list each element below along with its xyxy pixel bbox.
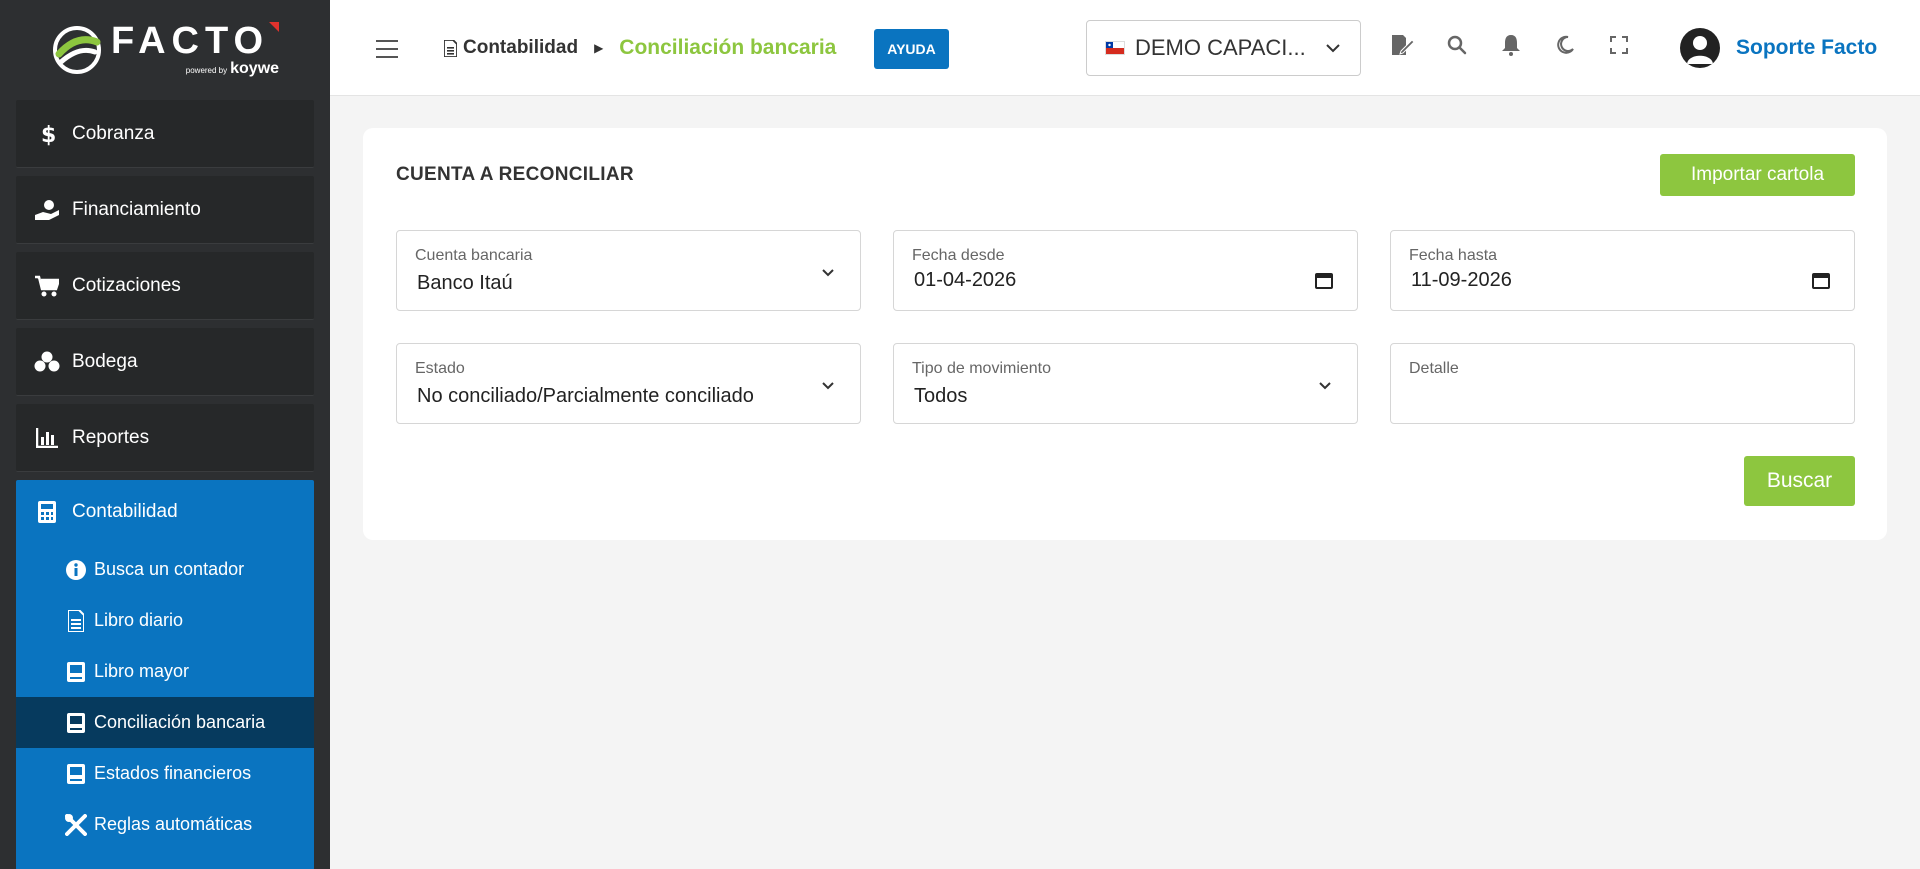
sidebar-subitem-reglas-automaticas[interactable]: Reglas automáticas — [16, 799, 314, 850]
top-header: Contabilidad ▶ Conciliación bancaria AYU… — [330, 0, 1920, 96]
sidebar-subitem-libro-diario[interactable]: Libro diario — [16, 595, 314, 646]
sidebar-subitem-label: Reglas automáticas — [94, 814, 253, 834]
boxes-icon — [34, 351, 60, 373]
search-button[interactable]: Buscar — [1744, 456, 1855, 506]
sidebar-subitem-busca-contador[interactable]: Busca un contador — [16, 544, 314, 595]
company-name: DEMO CAPACI... — [1135, 35, 1306, 60]
calendar-icon[interactable] — [1812, 271, 1830, 289]
logo-powered: powered by — [185, 66, 228, 75]
breadcrumb-parent[interactable]: Contabilidad — [463, 37, 578, 59]
sidebar-item-label: Contabilidad — [72, 501, 178, 522]
search-icon[interactable] — [1446, 34, 1468, 56]
field-label: Tipo de movimiento — [912, 360, 1052, 377]
sidebar-subitem-label: Conciliación bancaria — [94, 712, 266, 732]
field-value: 01-04-2026 — [914, 269, 1017, 291]
menu-toggle-icon[interactable] — [376, 40, 398, 58]
movement-type-select[interactable]: Tipo de movimiento Todos — [893, 343, 1358, 424]
sidebar-item-contabilidad[interactable]: Contabilidad — [16, 480, 314, 544]
company-selector[interactable]: DEMO CAPACI... — [1086, 20, 1361, 76]
bank-account-select[interactable]: Cuenta bancaria Banco Itaú — [396, 230, 861, 311]
chevron-down-icon — [822, 382, 834, 390]
tools-icon — [64, 813, 88, 836]
logo-word: FACTO — [110, 20, 270, 62]
sidebar-item-label: Cobranza — [72, 122, 155, 144]
sidebar-group-contabilidad: Contabilidad Busca un contador Libro dia… — [16, 480, 314, 869]
document-icon — [444, 39, 457, 57]
field-value: No conciliado/Parcialmente conciliado — [417, 385, 754, 407]
chevron-down-icon — [1319, 382, 1331, 390]
sidebar-item-label: Bodega — [72, 350, 138, 372]
card-title: CUENTA A RECONCILIAR — [396, 164, 634, 185]
logo[interactable]: FACTO powered by koywe — [0, 0, 330, 100]
logo-brand: koywe — [230, 60, 280, 77]
sidebar-subitem-estados-financieros[interactable]: Estados financieros — [16, 748, 314, 799]
caret-right-icon: ▶ — [594, 41, 604, 55]
field-value: 11-09-2026 — [1411, 269, 1512, 291]
book-icon — [64, 661, 88, 682]
calculator-icon — [34, 501, 60, 523]
date-to-input[interactable]: Fecha hasta 11-09-2026 — [1390, 230, 1855, 311]
chevron-down-icon — [822, 269, 834, 277]
help-button[interactable]: AYUDA — [874, 29, 949, 69]
sidebar-item-label: Financiamiento — [72, 198, 201, 220]
sidebar-subitem-label: Libro diario — [94, 610, 184, 630]
sidebar: FACTO powered by koywe $ Cobranza Financi… — [0, 0, 330, 869]
sidebar-item-label: Reportes — [72, 426, 150, 448]
sidebar-subitem-label: Estados financieros — [94, 763, 252, 783]
sidebar-subitem-label: Busca un contador — [94, 559, 245, 579]
sidebar-item-financiamiento[interactable]: Financiamiento — [16, 176, 314, 244]
calendar-icon[interactable] — [1315, 271, 1333, 289]
hand-money-icon — [34, 199, 60, 221]
avatar — [1680, 28, 1720, 68]
field-label: Fecha desde — [912, 247, 1005, 264]
dollar-icon: $ — [34, 122, 60, 146]
svg-text:$: $ — [41, 123, 55, 146]
moon-icon[interactable] — [1554, 34, 1576, 56]
breadcrumb-current: Conciliación bancaria — [619, 36, 837, 59]
sidebar-item-cotizaciones[interactable]: Cotizaciones — [16, 252, 314, 320]
field-label: Cuenta bancaria — [415, 247, 533, 264]
book-icon — [64, 763, 88, 784]
chevron-down-icon — [1326, 44, 1340, 53]
field-value: Banco Itaú — [417, 272, 513, 294]
import-statement-button[interactable]: Importar cartola — [1660, 154, 1855, 196]
info-icon — [64, 559, 88, 581]
field-label: Fecha hasta — [1409, 247, 1498, 264]
bell-icon[interactable] — [1500, 34, 1522, 56]
facto-logo-icon — [52, 26, 101, 74]
date-from-input[interactable]: Fecha desde 01-04-2026 — [893, 230, 1358, 311]
chile-flag-icon — [1105, 41, 1125, 55]
reconcile-card: CUENTA A RECONCILIAR Importar cartola Cu… — [363, 128, 1887, 540]
sidebar-subitem-conciliacion-bancaria[interactable]: Conciliación bancaria — [16, 697, 314, 748]
sidebar-item-label: Cotizaciones — [72, 274, 181, 296]
cart-icon — [34, 275, 60, 297]
user-name: Soporte Facto — [1736, 36, 1878, 59]
document-icon — [64, 609, 88, 632]
sidebar-item-reportes[interactable]: Reportes — [16, 404, 314, 472]
sidebar-item-bodega[interactable]: Bodega — [16, 328, 314, 396]
edit-document-icon[interactable] — [1392, 34, 1414, 56]
fullscreen-icon[interactable] — [1608, 34, 1630, 56]
book-icon — [64, 712, 88, 733]
chart-icon — [34, 427, 60, 448]
field-value: Todos — [914, 385, 968, 407]
user-menu[interactable]: Soporte Facto — [1680, 28, 1877, 68]
sidebar-subitem-libro-mayor[interactable]: Libro mayor — [16, 646, 314, 697]
field-label: Estado — [415, 360, 465, 377]
status-select[interactable]: Estado No conciliado/Parcialmente concil… — [396, 343, 861, 424]
detail-input[interactable]: Detalle — [1390, 343, 1855, 424]
sidebar-subitem-label: Libro mayor — [94, 661, 190, 681]
field-label: Detalle — [1409, 360, 1459, 377]
breadcrumb: Contabilidad ▶ Conciliación bancaria — [444, 36, 836, 60]
sidebar-item-cobranza[interactable]: $ Cobranza — [16, 100, 314, 168]
